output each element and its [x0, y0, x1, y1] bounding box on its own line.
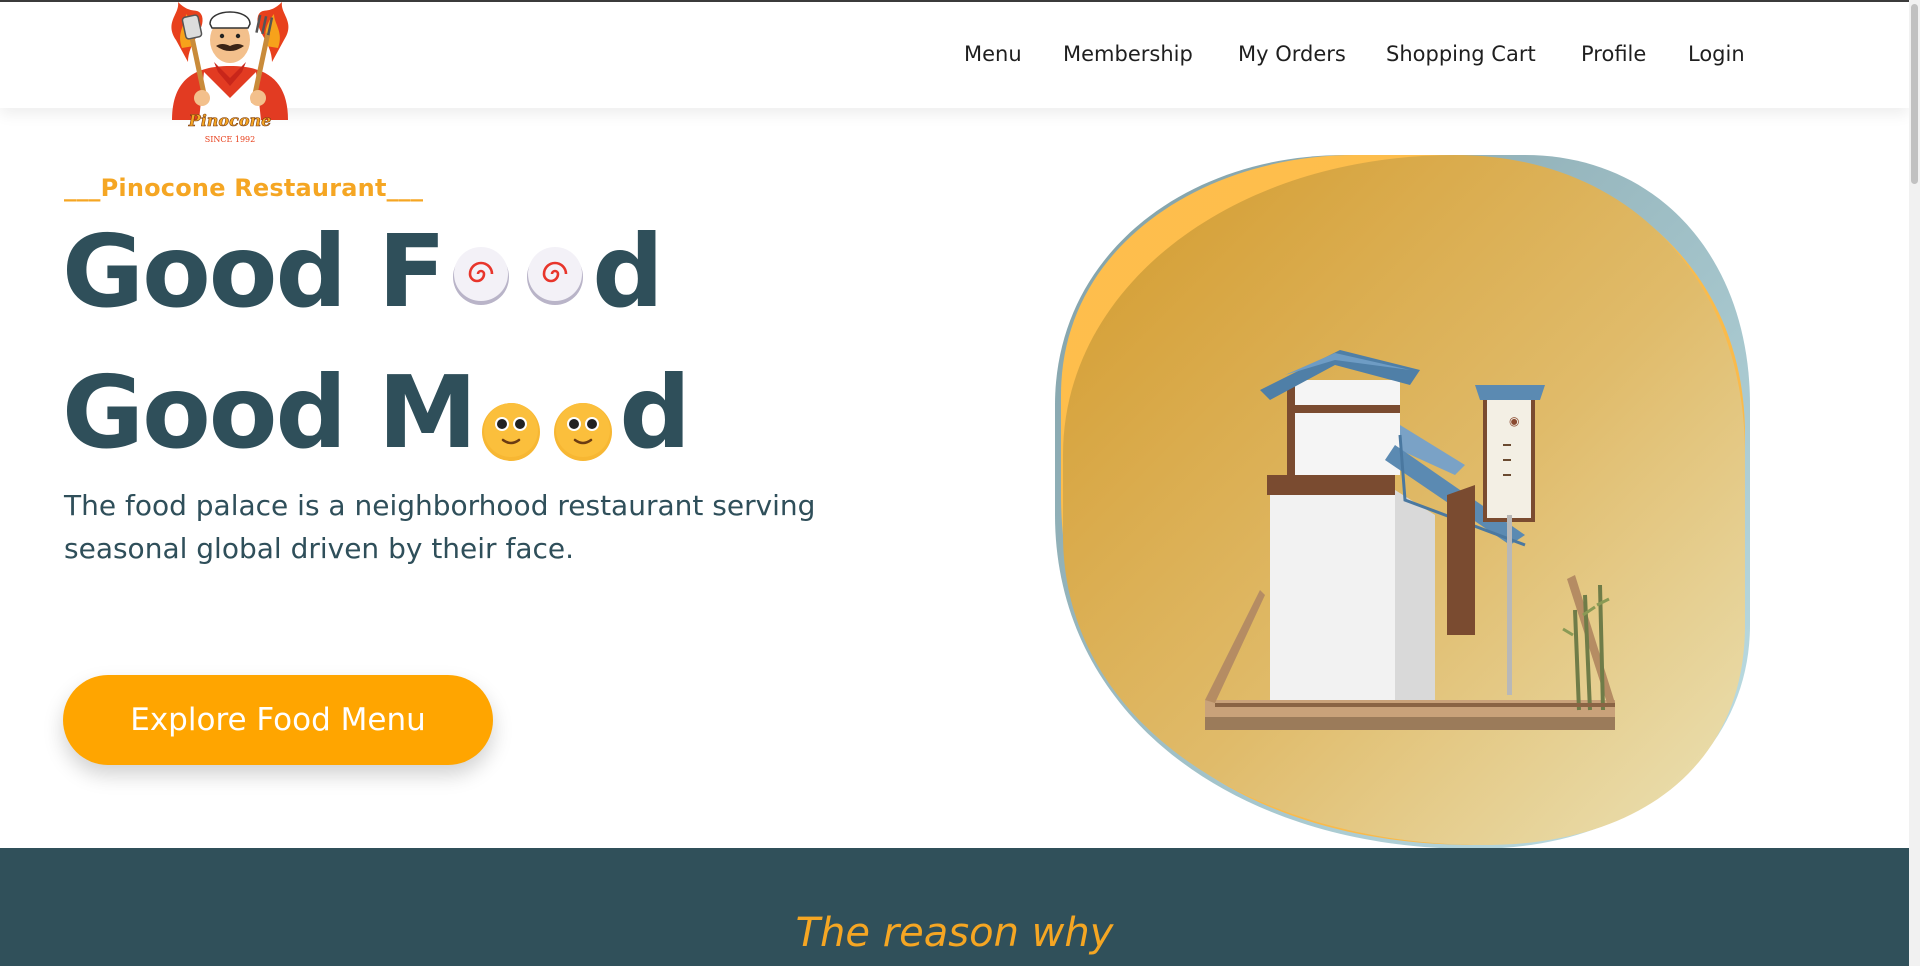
chef-mascot-logo-icon: Pinocone SINCE 1992: [171, 2, 289, 144]
reason-section: The reason why: [0, 848, 1909, 966]
smiley-face-icon: [481, 378, 541, 478]
fish-cake-icon: [450, 222, 512, 322]
hero-description: The food palace is a neighborhood restau…: [64, 489, 816, 565]
nav-login[interactable]: Login: [1688, 42, 1745, 66]
page: Pinocone SINCE 1992 Menu Membership My O…: [0, 0, 1909, 966]
logo-text: Pinocone: [188, 111, 272, 130]
headline-line2-start: Good M: [62, 354, 477, 471]
brand-logo[interactable]: Pinocone SINCE 1992: [158, 2, 302, 148]
hero-tagline: ___Pinocone Restaurant___: [64, 174, 424, 202]
nav-my-orders[interactable]: My Orders: [1238, 42, 1346, 66]
headline-line1-start: Good F: [62, 213, 446, 330]
explore-food-menu-button[interactable]: Explore Food Menu: [63, 675, 493, 765]
nav-profile[interactable]: Profile: [1581, 42, 1646, 66]
reason-title: The reason why: [795, 910, 1114, 956]
headline-line2-end: d: [619, 354, 691, 471]
headline-line1-end: d: [592, 213, 664, 330]
svg-text:◉: ◉: [1509, 414, 1519, 428]
restaurant-illustration: ◉: [1055, 155, 1750, 849]
scrollbar-thumb[interactable]: [1911, 4, 1918, 184]
headline-good-food: Good F d: [62, 213, 664, 330]
smiley-face-icon: [553, 378, 613, 478]
vertical-scrollbar[interactable]: [1909, 0, 1920, 966]
site-header: Pinocone SINCE 1992 Menu Membership My O…: [0, 2, 1909, 144]
logo-since: SINCE 1992: [205, 135, 256, 144]
nav-membership[interactable]: Membership: [1063, 42, 1193, 66]
headline-good-mood: Good M d: [62, 348, 691, 478]
nav-shopping-cart[interactable]: Shopping Cart: [1386, 42, 1536, 66]
fish-cake-icon: [524, 222, 586, 322]
nav-menu[interactable]: Menu: [964, 42, 1022, 66]
